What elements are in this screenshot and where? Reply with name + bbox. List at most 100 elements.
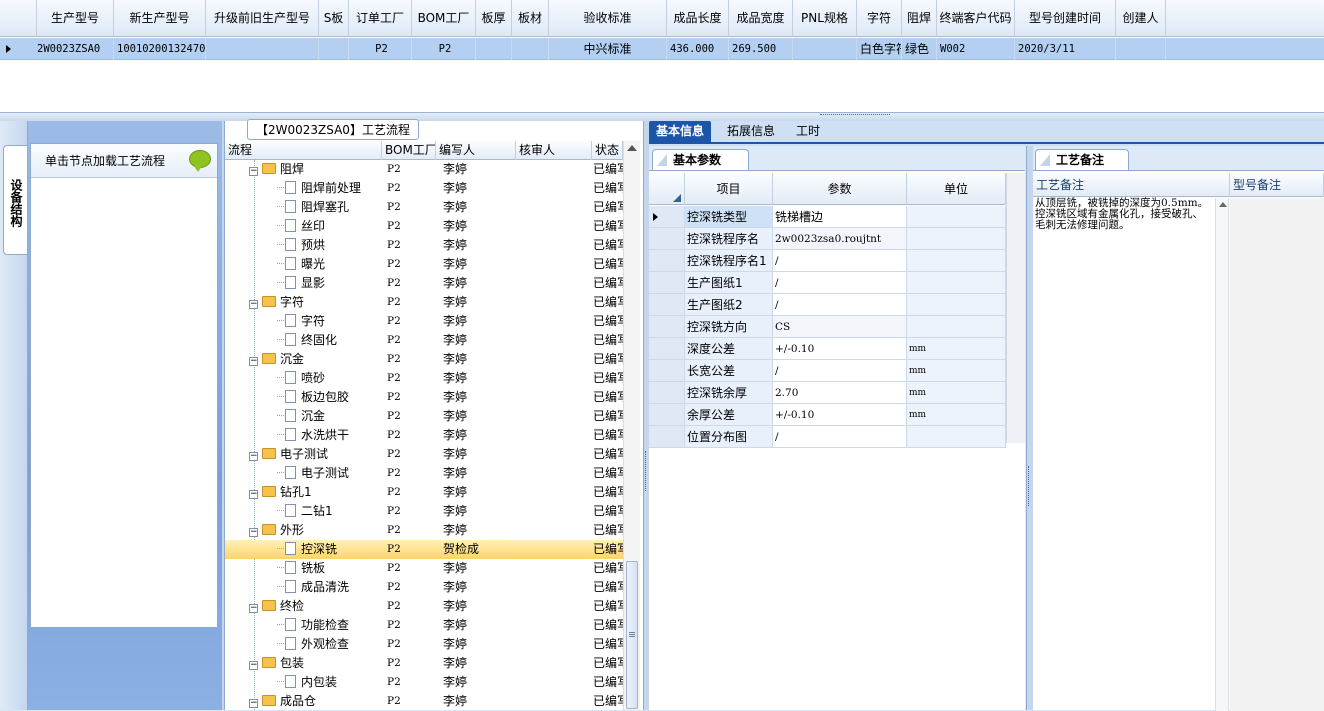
tree-node[interactable]: 铣板 (277, 559, 382, 578)
params-row[interactable]: 控深铣余厚 2.70 mm (649, 382, 1025, 404)
col-header[interactable]: 升级前旧生产型号 (206, 0, 319, 37)
tree-row[interactable]: 丝印 P2 李婷 已编写 (225, 217, 623, 236)
params-scrollbar[interactable] (1006, 173, 1025, 443)
cell-created-time[interactable]: 2020/3/11 (1015, 38, 1116, 60)
tree-row[interactable]: 字符 P2 李婷 已编写 (225, 312, 623, 331)
row-indicator-cell[interactable] (649, 206, 685, 228)
tree-col-header[interactable]: 流程 (225, 141, 382, 160)
col-header[interactable]: 订单工厂 (349, 0, 412, 37)
cell-creator[interactable] (1116, 38, 1166, 60)
collapse-icon[interactable]: − (249, 604, 258, 613)
tree-row[interactable]: 终固化 P2 李婷 已编写 (225, 331, 623, 350)
row-indicator-cell[interactable] (649, 228, 685, 250)
tab-process-notes[interactable]: 工艺备注 (1035, 149, 1129, 170)
params-row[interactable]: 生产图纸1/ (649, 272, 1025, 294)
tab-extended-info[interactable]: 拓展信息 (720, 121, 782, 142)
tree-row[interactable]: 功能检查 P2 李婷 已编写 (225, 616, 623, 635)
cell-new-production-model[interactable]: 10010200132470 (114, 38, 206, 60)
tree-node[interactable]: − 包装 (249, 654, 382, 673)
tree-node[interactable]: − 外形 (249, 521, 382, 540)
col-model-note[interactable]: 型号备注 (1230, 173, 1324, 197)
tree-node[interactable]: − 字符 (249, 293, 382, 312)
param-value[interactable]: / (773, 250, 907, 272)
tree-row[interactable]: 显影 P2 李婷 已编写 (225, 274, 623, 293)
tree-node[interactable]: 板边包胶 (277, 388, 382, 407)
params-row[interactable]: 生产图纸2/ (649, 294, 1025, 316)
tree-row[interactable]: 喷砂 P2 李婷 已编写 (225, 369, 623, 388)
col-header[interactable]: 终端客户代码 (937, 0, 1015, 37)
row-indicator-cell[interactable] (649, 426, 685, 448)
col-header[interactable]: 板材 (512, 0, 549, 37)
col-header[interactable]: 创建人 (1116, 0, 1166, 37)
param-value[interactable]: / (773, 272, 907, 294)
param-value[interactable]: / (773, 426, 907, 448)
tree-node[interactable]: 成品清洗 (277, 578, 382, 597)
scroll-up-icon[interactable] (627, 145, 637, 151)
tree-row[interactable]: 阻焊塞孔 P2 李婷 已编写 (225, 198, 623, 217)
tree-row[interactable]: 二钻1 P2 李婷 已编写 (225, 502, 623, 521)
col-header[interactable]: 型号创建时间 (1015, 0, 1116, 37)
tree-row[interactable]: 控深铣 P2 贺检成 已编写 (225, 540, 623, 559)
param-value[interactable]: 铣梯槽边 (773, 206, 907, 228)
col-header[interactable]: BOM工厂 (412, 0, 476, 37)
tree-row[interactable]: − 包装 P2 李婷 已编写 (225, 654, 623, 673)
cell-order-factory[interactable]: P2 (349, 38, 412, 60)
tab-basic-params[interactable]: 基本参数 (652, 149, 749, 170)
row-indicator-cell[interactable] (649, 382, 685, 404)
tree-node[interactable]: 曝光 (277, 255, 382, 274)
col-item[interactable]: 项目 (685, 173, 773, 205)
param-value[interactable]: +/-0.10 (773, 338, 907, 360)
param-value[interactable]: 2w0023zsa0.roujtnt (773, 228, 907, 250)
cell-acceptance-standard[interactable]: 中兴标准 (549, 38, 667, 60)
tree-row[interactable]: − 沉金 P2 李婷 已编写 (225, 350, 623, 369)
param-value[interactable]: CS (773, 316, 907, 338)
tree-node[interactable]: 终固化 (277, 331, 382, 350)
collapse-icon[interactable]: − (249, 300, 258, 309)
tree-row[interactable]: − 钻孔1 P2 李婷 已编写 (225, 483, 623, 502)
cell-width[interactable]: 269.500 (729, 38, 793, 60)
col-header[interactable]: 生产型号 (37, 0, 114, 37)
collapse-icon[interactable]: − (249, 167, 258, 176)
col-header[interactable]: S板 (319, 0, 349, 37)
cell-thickness[interactable] (476, 38, 512, 60)
tree-node[interactable]: − 沉金 (249, 350, 382, 369)
col-header[interactable]: 验收标准 (549, 0, 667, 37)
tree-row[interactable]: 沉金 P2 李婷 已编写 (225, 407, 623, 426)
tree-node[interactable]: 功能检查 (277, 616, 382, 635)
tree-row[interactable]: − 电子测试 P2 李婷 已编写 (225, 445, 623, 464)
model-note-cell[interactable] (1230, 198, 1324, 711)
tree-node[interactable]: 预烘 (277, 236, 382, 255)
tree-node[interactable]: 水洗烘干 (277, 426, 382, 445)
params-row[interactable]: 余厚公差 +/-0.10 mm (649, 404, 1025, 426)
row-indicator-cell[interactable] (649, 272, 685, 294)
collapse-icon[interactable]: − (249, 357, 258, 366)
cell-pnl-spec[interactable] (793, 38, 857, 60)
cell-old-production-model[interactable] (206, 38, 319, 60)
tree-row[interactable]: 曝光 P2 李婷 已编写 (225, 255, 623, 274)
tree-col-header[interactable]: 状态 (592, 141, 623, 160)
row-indicator-cell[interactable] (649, 250, 685, 272)
tree-node[interactable]: 电子测试 (277, 464, 382, 483)
param-value[interactable]: 2.70 (773, 382, 907, 404)
row-indicator-cell[interactable] (649, 360, 685, 382)
tree-node[interactable]: 丝印 (277, 217, 382, 236)
tree-node[interactable]: − 成品仓 (249, 692, 382, 710)
tree-node[interactable]: 二钻1 (277, 502, 382, 521)
row-indicator-cell[interactable] (649, 404, 685, 426)
tree-row[interactable]: − 字符 P2 李婷 已编写 (225, 293, 623, 312)
tree-row[interactable]: 电子测试 P2 李婷 已编写 (225, 464, 623, 483)
params-row[interactable]: 深度公差 +/-0.10 mm (649, 338, 1025, 360)
tree-row[interactable]: 外观检查 P2 李婷 已编写 (225, 635, 623, 654)
tree-row[interactable]: − 阻焊 P2 李婷 已编写 (225, 160, 623, 179)
tab-basic-info[interactable]: 基本信息 (649, 121, 712, 142)
tree-node[interactable]: 阻焊塞孔 (277, 198, 382, 217)
tree-row[interactable]: − 外形 P2 李婷 已编写 (225, 521, 623, 540)
col-header[interactable]: PNL规格 (793, 0, 857, 37)
collapse-icon[interactable]: − (249, 699, 258, 708)
col-header[interactable]: 成品长度 (667, 0, 729, 37)
cell-s-board[interactable] (319, 38, 349, 60)
tree-row[interactable]: 铣板 P2 李婷 已编写 (225, 559, 623, 578)
tree-row[interactable]: − 成品仓 P2 李婷 已编写 (225, 692, 623, 710)
tree-row[interactable]: 内包装 P2 李婷 已编写 (225, 673, 623, 692)
tree-node[interactable]: − 阻焊 (249, 160, 382, 179)
